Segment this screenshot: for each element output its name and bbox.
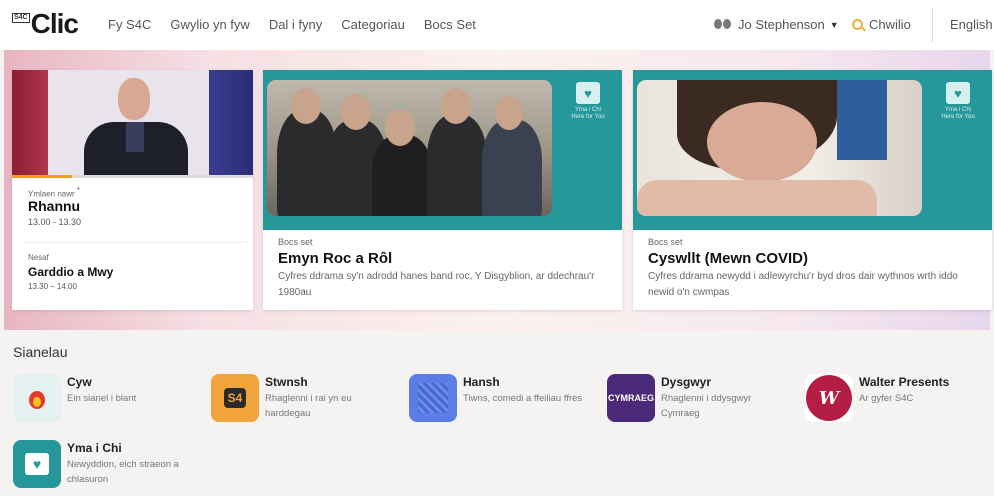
nav-gwylio-yn-fyw[interactable]: Gwylio yn fyw	[170, 17, 249, 32]
boxset-card-emyn-roc-a-rol[interactable]: ♥ Yma i Chi Here for You Bocs set Emyn Ro…	[263, 70, 622, 310]
channel-name: Dysgwyr	[661, 375, 712, 389]
yma-i-chi-badge: ♥ Yma i Chi Here for You	[563, 82, 613, 121]
nav-categoriau[interactable]: Categoriau	[341, 17, 405, 32]
live-now-card[interactable]: Ymlaen nawr * Rhannu 13.00 - 13.30 Nesaf…	[12, 70, 253, 310]
heart-icon: ♥	[946, 82, 970, 104]
dysgwyr-icon: CYMRAEG	[607, 374, 655, 422]
card-kicker: Bocs set	[648, 237, 683, 247]
top-header: S4C Clic Fy S4C Gwylio yn fyw Dal i fyny…	[0, 0, 994, 50]
nav-bocs-set[interactable]: Bocs Set	[424, 17, 476, 32]
card-title: Cyswllt (Mewn COVID)	[648, 250, 809, 267]
nav-fy-s4c[interactable]: Fy S4C	[108, 17, 151, 32]
card-kicker: Bocs set	[278, 237, 313, 247]
search-label: Chwilio	[869, 17, 911, 32]
stwnsh-icon: S4	[211, 374, 259, 422]
card-description: Cyfres ddrama sy'n adrodd hanes band roc…	[278, 271, 595, 298]
card-title: Emyn Roc a Rôl	[278, 250, 393, 267]
channel-name: Yma i Chi	[67, 441, 122, 455]
search-button[interactable]: Chwilio	[852, 17, 911, 32]
now-time: 13.00 - 13.30	[28, 217, 82, 227]
walter-presents-icon: W	[805, 374, 853, 422]
channel-description: Ar gyfer S4C	[859, 393, 914, 404]
next-label: Nesaf	[28, 253, 49, 262]
channel-dysgwyr[interactable]: CYMRAEG Dysgwyr Rhaglenni i ddysgwyr Cymr…	[607, 374, 783, 422]
channel-hansh[interactable]: Hansh Tiwns, comedi a ffeiliau ffres	[409, 374, 583, 422]
main-nav: Fy S4C Gwylio yn fyw Dal i fyny Categori…	[108, 17, 476, 32]
user-name: Jo Stephenson	[738, 17, 825, 32]
next-time: 13.30 – 14.00	[28, 282, 77, 291]
language-toggle[interactable]: English	[950, 17, 993, 32]
cyw-bird-icon	[13, 374, 61, 422]
channels-heading: Sianelau	[13, 344, 68, 360]
card-image[interactable]	[267, 80, 552, 216]
channel-description: Rhaglenni i rai yn eu harddegau	[265, 393, 352, 419]
now-title: Rhannu	[28, 198, 81, 214]
channel-yma-i-chi[interactable]: ♥ Yma i Chi Newyddion, eich straeon a chl…	[13, 440, 199, 488]
logo-clic-text: Clic	[30, 8, 79, 39]
user-menu[interactable]: Jo Stephenson ▼	[714, 17, 839, 32]
live-divider	[24, 242, 246, 243]
channel-description: Newyddion, eich straeon a chlasuron	[67, 459, 179, 485]
channel-name: Cyw	[67, 375, 92, 389]
channel-stwnsh[interactable]: S4 Stwnsh Rhaglenni i rai yn eu harddegau	[211, 374, 397, 422]
card-image[interactable]	[637, 80, 922, 216]
channel-cyw[interactable]: Cyw Ein sianel i blant	[13, 374, 199, 422]
now-marker: *	[76, 186, 81, 195]
live-progress-bar	[12, 175, 253, 178]
heart-icon: ♥	[25, 453, 49, 475]
nav-dal-i-fyny[interactable]: Dal i fyny	[269, 17, 322, 32]
s4c-clic-logo[interactable]: S4C Clic	[12, 8, 79, 39]
card-description: Cyfres ddrama newydd i adlewyrchu'r byd …	[648, 271, 958, 298]
chevron-down-icon: ▼	[829, 19, 839, 30]
heart-icon: ♥	[576, 82, 600, 104]
channel-name: Hansh	[463, 375, 500, 389]
channel-description: Ein sianel i blant	[67, 393, 137, 404]
header-divider	[932, 8, 933, 42]
search-icon	[852, 19, 863, 30]
channel-name: Walter Presents	[859, 375, 950, 389]
hansh-icon	[409, 374, 457, 422]
yma-i-chi-badge: ♥ Yma i Chi Here for You	[933, 82, 983, 121]
channel-description: Rhaglenni i ddysgwyr Cymraeg	[661, 393, 752, 419]
yma-i-chi-icon: ♥	[13, 440, 61, 488]
channel-walter-presents[interactable]: W Walter Presents Ar gyfer S4C	[805, 374, 991, 422]
channel-description: Tiwns, comedi a ffeiliau ffres	[463, 393, 583, 404]
next-title: Garddio a Mwy	[28, 265, 114, 279]
channel-name: Stwnsh	[265, 375, 308, 389]
now-label: Ymlaen nawr *	[28, 186, 81, 199]
live-video-thumbnail[interactable]	[12, 70, 253, 175]
user-avatar-icon	[714, 18, 732, 31]
boxset-card-cyswllt[interactable]: ♥ Yma i Chi Here for You Bocs set Cyswllt…	[633, 70, 992, 310]
logo-s4c-mark: S4C	[12, 13, 30, 23]
